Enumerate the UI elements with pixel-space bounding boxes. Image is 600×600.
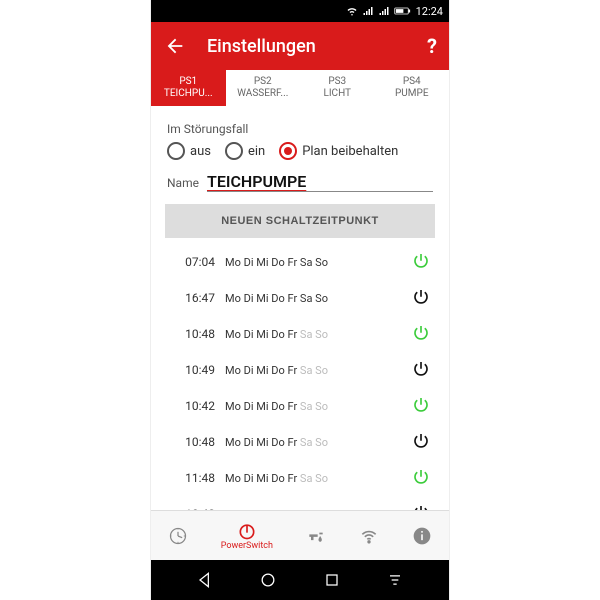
nav-powerswitch-label: PowerSwitch	[221, 541, 273, 551]
settings-content: Im Störungsfall ausein Plan beibehalten N…	[151, 106, 449, 510]
signal-icon-2	[378, 5, 390, 17]
schedule-row[interactable]: 10:49Mo Di Mi Do Fr Sa So	[165, 352, 435, 388]
schedule-time: 07:04	[165, 255, 225, 269]
schedule-row[interactable]: 16:47Mo Di Mi Do Fr Sa So	[165, 280, 435, 316]
tab-ps3[interactable]: PS3LICHT	[300, 70, 375, 106]
power-toggle-icon[interactable]	[407, 323, 435, 345]
sys-back[interactable]	[195, 570, 215, 590]
name-label: Name	[167, 176, 199, 190]
schedule-row[interactable]: 10:48Mo Di Mi Do Fr Sa So	[165, 316, 435, 352]
power-toggle-icon[interactable]	[407, 395, 435, 417]
schedule-days: Mo Di Mi Do Fr Sa So	[225, 436, 407, 449]
fault-option-1[interactable]: ein	[225, 142, 265, 160]
schedule-days: Mo Di Mi Do Fr Sa So	[225, 400, 407, 413]
schedule-days: Mo Di Mi Do Fr Sa So	[225, 364, 407, 377]
android-navbar	[151, 560, 449, 600]
schedule-time: 16:47	[165, 291, 225, 305]
help-button[interactable]: ?	[427, 34, 437, 58]
name-input[interactable]: TEICHPUMPE	[207, 172, 433, 192]
schedule-time: 10:48	[165, 435, 225, 449]
sys-recent[interactable]	[322, 570, 342, 590]
back-button[interactable]	[163, 34, 187, 58]
nav-wifi[interactable]	[359, 526, 379, 546]
schedule-list: 07:04Mo Di Mi Do Fr Sa So 16:47Mo Di Mi …	[165, 244, 435, 510]
page-title: Einstellungen	[207, 36, 427, 57]
nav-clock[interactable]	[168, 526, 188, 546]
schedule-days: Mo Di Mi Do Fr Sa So	[225, 328, 407, 341]
tab-ps2[interactable]: PS2WASSERF...	[226, 70, 301, 106]
wifi-icon	[346, 5, 358, 17]
bottom-nav: PowerSwitch	[151, 510, 449, 560]
schedule-time: 11:48	[165, 471, 225, 485]
schedule-row[interactable]: 07:04Mo Di Mi Do Fr Sa So	[165, 244, 435, 280]
nav-faucet[interactable]	[306, 526, 326, 546]
power-toggle-icon[interactable]	[407, 287, 435, 309]
schedule-time: 10:42	[165, 399, 225, 413]
schedule-row[interactable]: 11:48Mo Di Mi Do Fr Sa So	[165, 460, 435, 496]
nav-info[interactable]	[412, 526, 432, 546]
signal-icon	[362, 5, 374, 17]
power-toggle-icon[interactable]	[407, 467, 435, 489]
schedule-row[interactable]: 10:42Mo Di Mi Do Fr Sa So	[165, 388, 435, 424]
schedule-time: 10:48	[165, 327, 225, 341]
fault-option-0[interactable]: aus	[167, 142, 211, 160]
fault-label: Im Störungsfall	[167, 122, 435, 136]
power-toggle-icon[interactable]	[407, 359, 435, 381]
nav-powerswitch[interactable]: PowerSwitch	[221, 521, 273, 551]
power-toggle-icon[interactable]	[407, 431, 435, 453]
fault-radio-group: ausein Plan beibehalten	[167, 142, 435, 160]
power-toggle-icon[interactable]	[407, 251, 435, 273]
tab-bar: PS1TEICHPU...PS2WASSERF...PS3LICHTPS4PUM…	[151, 70, 449, 106]
schedule-row[interactable]: 10:48Mo Di Mi Do Fr Sa So	[165, 496, 435, 510]
battery-icon	[394, 6, 412, 16]
schedule-days: Mo Di Mi Do Fr Sa So	[225, 472, 407, 485]
schedule-time: 10:49	[165, 363, 225, 377]
sys-home[interactable]	[258, 570, 278, 590]
schedule-days: Mo Di Mi Do Fr Sa So	[225, 292, 407, 305]
fault-option-2[interactable]: Plan beibehalten	[279, 142, 398, 160]
statusbar-time: 12:24	[416, 5, 443, 18]
android-statusbar: 12:24	[151, 0, 449, 22]
schedule-days: Mo Di Mi Do Fr Sa So	[225, 256, 407, 269]
new-schedule-button[interactable]: NEUEN SCHALTZEITPUNKT	[165, 204, 435, 238]
app-bar: Einstellungen ?	[151, 22, 449, 70]
power-toggle-icon[interactable]	[407, 503, 435, 510]
tab-ps4[interactable]: PS4PUMPE	[375, 70, 450, 106]
schedule-row[interactable]: 10:48Mo Di Mi Do Fr Sa So	[165, 424, 435, 460]
tab-ps1[interactable]: PS1TEICHPU...	[151, 70, 226, 106]
sys-menu[interactable]	[385, 570, 405, 590]
